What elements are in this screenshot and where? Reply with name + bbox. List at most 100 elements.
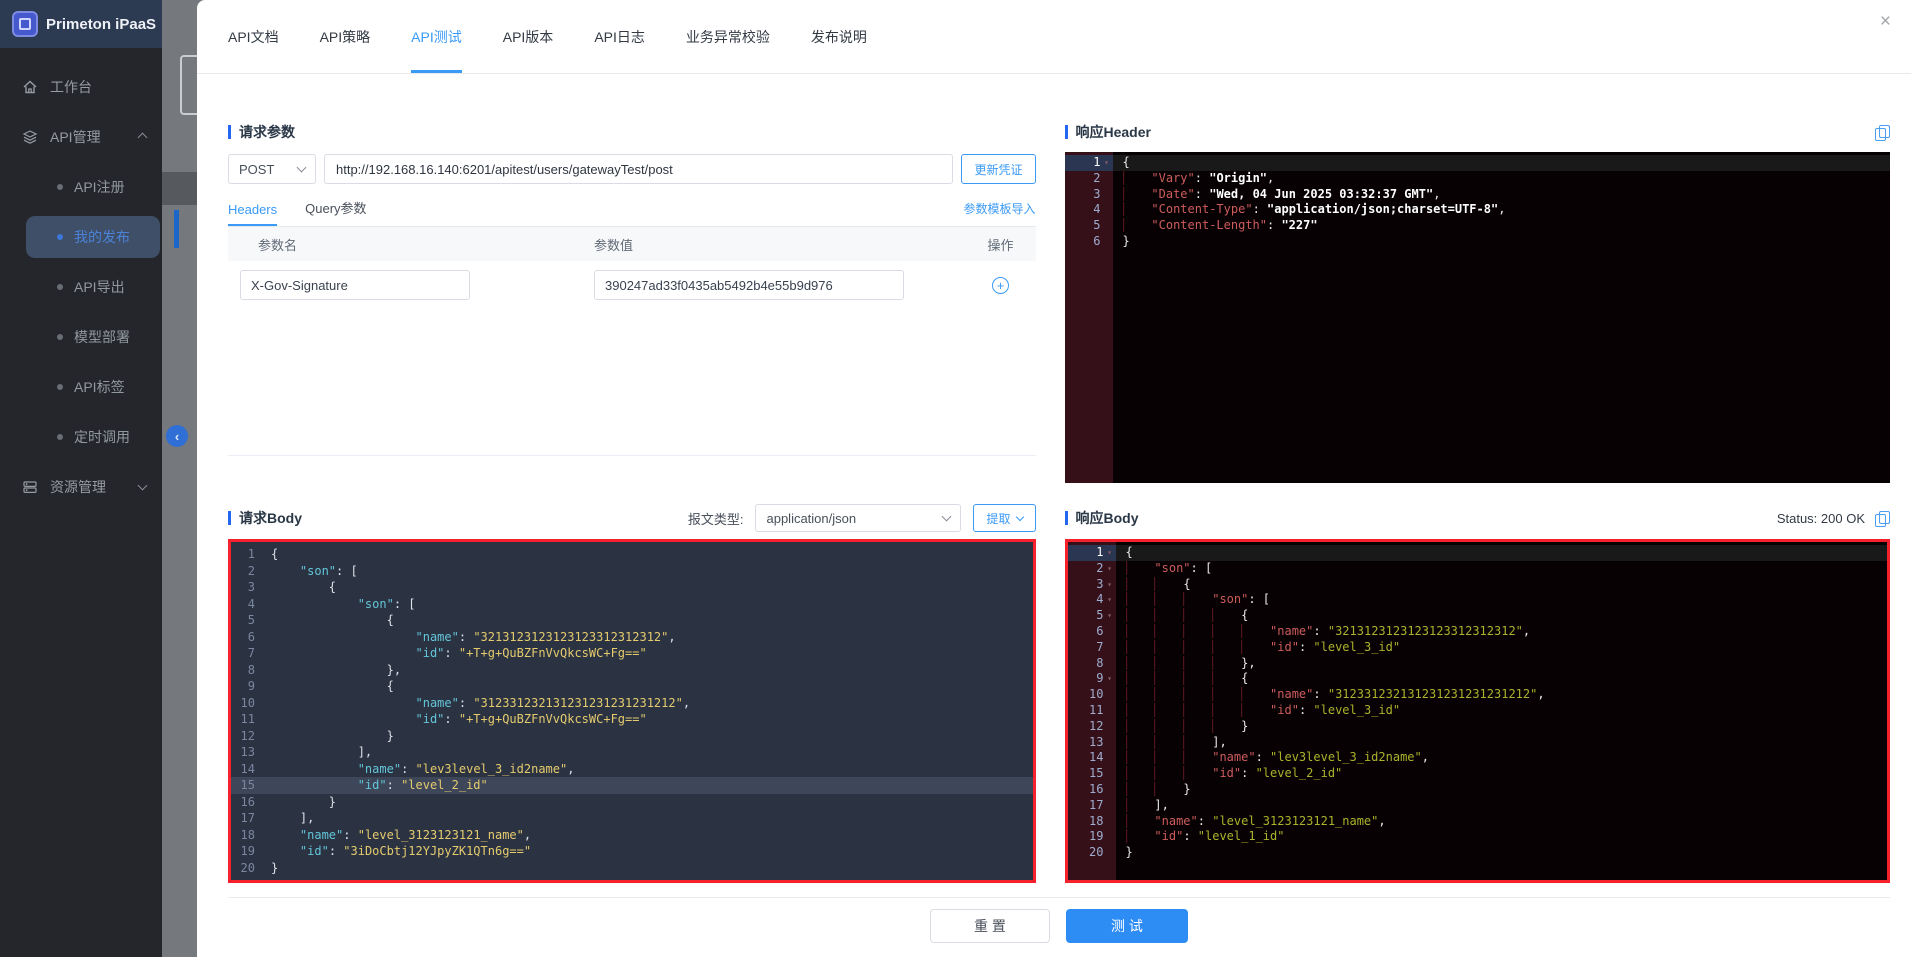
- line-number: 17: [231, 810, 261, 827]
- code-line[interactable]: 2 "son": [: [231, 563, 1033, 580]
- code-line[interactable]: 20}: [1068, 845, 1888, 861]
- sidebar-item-label: API管理: [50, 127, 101, 147]
- tab-release-notes[interactable]: 发布说明: [811, 27, 867, 73]
- code-line[interactable]: 15 "id": "level_2_id": [1068, 766, 1888, 782]
- code-line[interactable]: 9▾ {: [1068, 671, 1888, 687]
- content-type-select[interactable]: application/json: [755, 504, 961, 532]
- copy-icon[interactable]: [1875, 511, 1890, 526]
- code-line[interactable]: 2 "Vary": "Origin",: [1065, 171, 1891, 187]
- fold-caret-icon[interactable]: ▾: [1104, 592, 1116, 608]
- code-line[interactable]: 11 "id": "+T+g+QuBZFnVvQkcsWC+Fg==": [231, 711, 1033, 728]
- fold-caret-icon[interactable]: ▾: [1104, 608, 1116, 624]
- code-line[interactable]: 19 "id": "level_1_id": [1068, 829, 1888, 845]
- code-line[interactable]: 6 "name": "3213123123123123312312312",: [1068, 624, 1888, 640]
- code-line[interactable]: 4 "son": [: [231, 596, 1033, 613]
- code-line[interactable]: 12 }: [1068, 719, 1888, 735]
- request-body-section: 请求Body 报文类型: application/json 提取 1{2 "so…: [228, 503, 1036, 883]
- sidebar-subitem-api-export[interactable]: API导出: [0, 262, 162, 312]
- param-name-input[interactable]: [240, 270, 470, 300]
- close-icon[interactable]: ×: [1880, 12, 1891, 31]
- code-line[interactable]: 11 "id": "level_3_id": [1068, 703, 1888, 719]
- code-line[interactable]: 12 }: [231, 728, 1033, 745]
- tab-api-policy[interactable]: API策略: [320, 27, 371, 73]
- code-line[interactable]: 17 ],: [231, 810, 1033, 827]
- code-line[interactable]: 20}: [231, 860, 1033, 877]
- code-line[interactable]: 1▾{: [1068, 545, 1888, 561]
- sidebar-subitem-model-deploy[interactable]: 模型部署: [0, 312, 162, 362]
- chevron-down-icon: [1015, 512, 1023, 520]
- code-line[interactable]: 13 ],: [1068, 735, 1888, 751]
- fold-caret-icon[interactable]: ▾: [1104, 561, 1116, 577]
- fold-caret-icon[interactable]: ▾: [1101, 155, 1113, 171]
- fold-caret-icon[interactable]: ▾: [1104, 545, 1116, 561]
- tab-api-version[interactable]: API版本: [503, 27, 554, 73]
- param-value-input[interactable]: [594, 270, 904, 300]
- subtab-query-params[interactable]: Query参数: [305, 198, 366, 226]
- sidebar-item-resource-management[interactable]: 资源管理: [0, 462, 162, 512]
- param-template-import-link[interactable]: 参数模板导入: [963, 200, 1035, 226]
- line-number: 17: [1068, 798, 1116, 814]
- request-body-editor[interactable]: 1{2 "son": [3 {4 "son": [5 {6 "name": "3…: [231, 542, 1033, 880]
- fold-caret-icon[interactable]: ▾: [1104, 671, 1116, 687]
- response-body-editor[interactable]: 1▾{2▾ "son": [3▾ {4▾ "son": [5▾ {6 "name…: [1068, 542, 1888, 880]
- sidebar-subitem-api-register[interactable]: API注册: [0, 162, 162, 212]
- modal-content: 请求参数 POST 更新凭证 Headers Query参数 参数模板导入: [197, 74, 1911, 943]
- code-line[interactable]: 13 ],: [231, 744, 1033, 761]
- test-button[interactable]: 测 试: [1066, 909, 1188, 943]
- code-line[interactable]: 14 "name": "lev3level_3_id2name",: [1068, 750, 1888, 766]
- chevron-down-icon: [942, 512, 952, 522]
- code-line[interactable]: 7 "id": "level_3_id": [1068, 640, 1888, 656]
- response-body-error-border: 1▾{2▾ "son": [3▾ {4▾ "son": [5▾ {6 "name…: [1065, 539, 1891, 883]
- code-line[interactable]: 14 "name": "lev3level_3_id2name",: [231, 761, 1033, 778]
- line-number: 10: [231, 695, 261, 712]
- tab-business-exception-check[interactable]: 业务异常校验: [686, 27, 770, 73]
- code-line[interactable]: 3 {: [231, 579, 1033, 596]
- code-line[interactable]: 5▾ {: [1068, 608, 1888, 624]
- code-line[interactable]: 1▾{: [1065, 155, 1891, 171]
- add-param-icon[interactable]: +: [992, 277, 1009, 294]
- reset-button[interactable]: 重 置: [930, 909, 1050, 943]
- subtab-headers[interactable]: Headers: [228, 202, 277, 226]
- code-line[interactable]: 8 },: [231, 662, 1033, 679]
- code-line[interactable]: 18 "name": "level_3123123121_name",: [231, 827, 1033, 844]
- tab-api-log[interactable]: API日志: [594, 27, 645, 73]
- update-credential-button[interactable]: 更新凭证: [961, 154, 1035, 184]
- code-line[interactable]: 5 "Content-Length": "227": [1065, 218, 1891, 234]
- fold-caret-icon[interactable]: ▾: [1104, 577, 1116, 593]
- url-input[interactable]: [324, 154, 953, 184]
- code-line[interactable]: 4▾ "son": [: [1068, 592, 1888, 608]
- tab-api-doc[interactable]: API文档: [228, 27, 279, 73]
- code-line[interactable]: 10 "name": "312331232131231231231231212"…: [231, 695, 1033, 712]
- tab-api-test[interactable]: API测试: [411, 27, 462, 73]
- code-line[interactable]: 8 },: [1068, 656, 1888, 672]
- sidebar-item-workbench[interactable]: 工作台: [0, 62, 162, 112]
- code-line[interactable]: 4 "Content-Type": "application/json;char…: [1065, 202, 1891, 218]
- code-line[interactable]: 15 "id": "level_2_id": [231, 777, 1033, 794]
- code-line[interactable]: 3 "Date": "Wed, 04 Jun 2025 03:32:37 GMT…: [1065, 187, 1891, 203]
- code-line[interactable]: 1{: [231, 546, 1033, 563]
- code-line[interactable]: 3▾ {: [1068, 577, 1888, 593]
- line-number: 11: [1068, 703, 1116, 719]
- code-line[interactable]: 18 "name": "level_3123123121_name",: [1068, 814, 1888, 830]
- sidebar-subitem-my-publish[interactable]: 我的发布: [0, 212, 162, 262]
- code-line[interactable]: 2▾ "son": [: [1068, 561, 1888, 577]
- code-line[interactable]: 5 {: [231, 612, 1033, 629]
- code-line[interactable]: 6}: [1065, 234, 1891, 250]
- method-select[interactable]: POST: [228, 154, 316, 184]
- sidebar-collapse-button[interactable]: ‹: [166, 425, 188, 447]
- code-line[interactable]: 7 "id": "+T+g+QuBZFnVvQkcsWC+Fg==": [231, 645, 1033, 662]
- code-line[interactable]: 19 "id": "3iDoCbtj12YJpyZK1QTn6g==": [231, 843, 1033, 860]
- extract-button[interactable]: 提取: [973, 504, 1035, 532]
- copy-icon[interactable]: [1875, 125, 1890, 140]
- code-line[interactable]: 17 ],: [1068, 798, 1888, 814]
- code-line[interactable]: 6 "name": "3213123123123123312312312",: [231, 629, 1033, 646]
- modal-footer: 重 置 测 试: [228, 897, 1890, 943]
- sidebar-subitem-api-tag[interactable]: API标签: [0, 362, 162, 412]
- code-line[interactable]: 16 }: [1068, 782, 1888, 798]
- code-line[interactable]: 10 "name": "312331232131231231231231212"…: [1068, 687, 1888, 703]
- response-header-editor[interactable]: 1▾{2 "Vary": "Origin",3 "Date": "Wed, 04…: [1065, 152, 1891, 483]
- code-line[interactable]: 16 }: [231, 794, 1033, 811]
- sidebar-item-api-management[interactable]: API管理: [0, 112, 162, 162]
- sidebar-subitem-scheduled-call[interactable]: 定时调用: [0, 412, 162, 462]
- code-line[interactable]: 9 {: [231, 678, 1033, 695]
